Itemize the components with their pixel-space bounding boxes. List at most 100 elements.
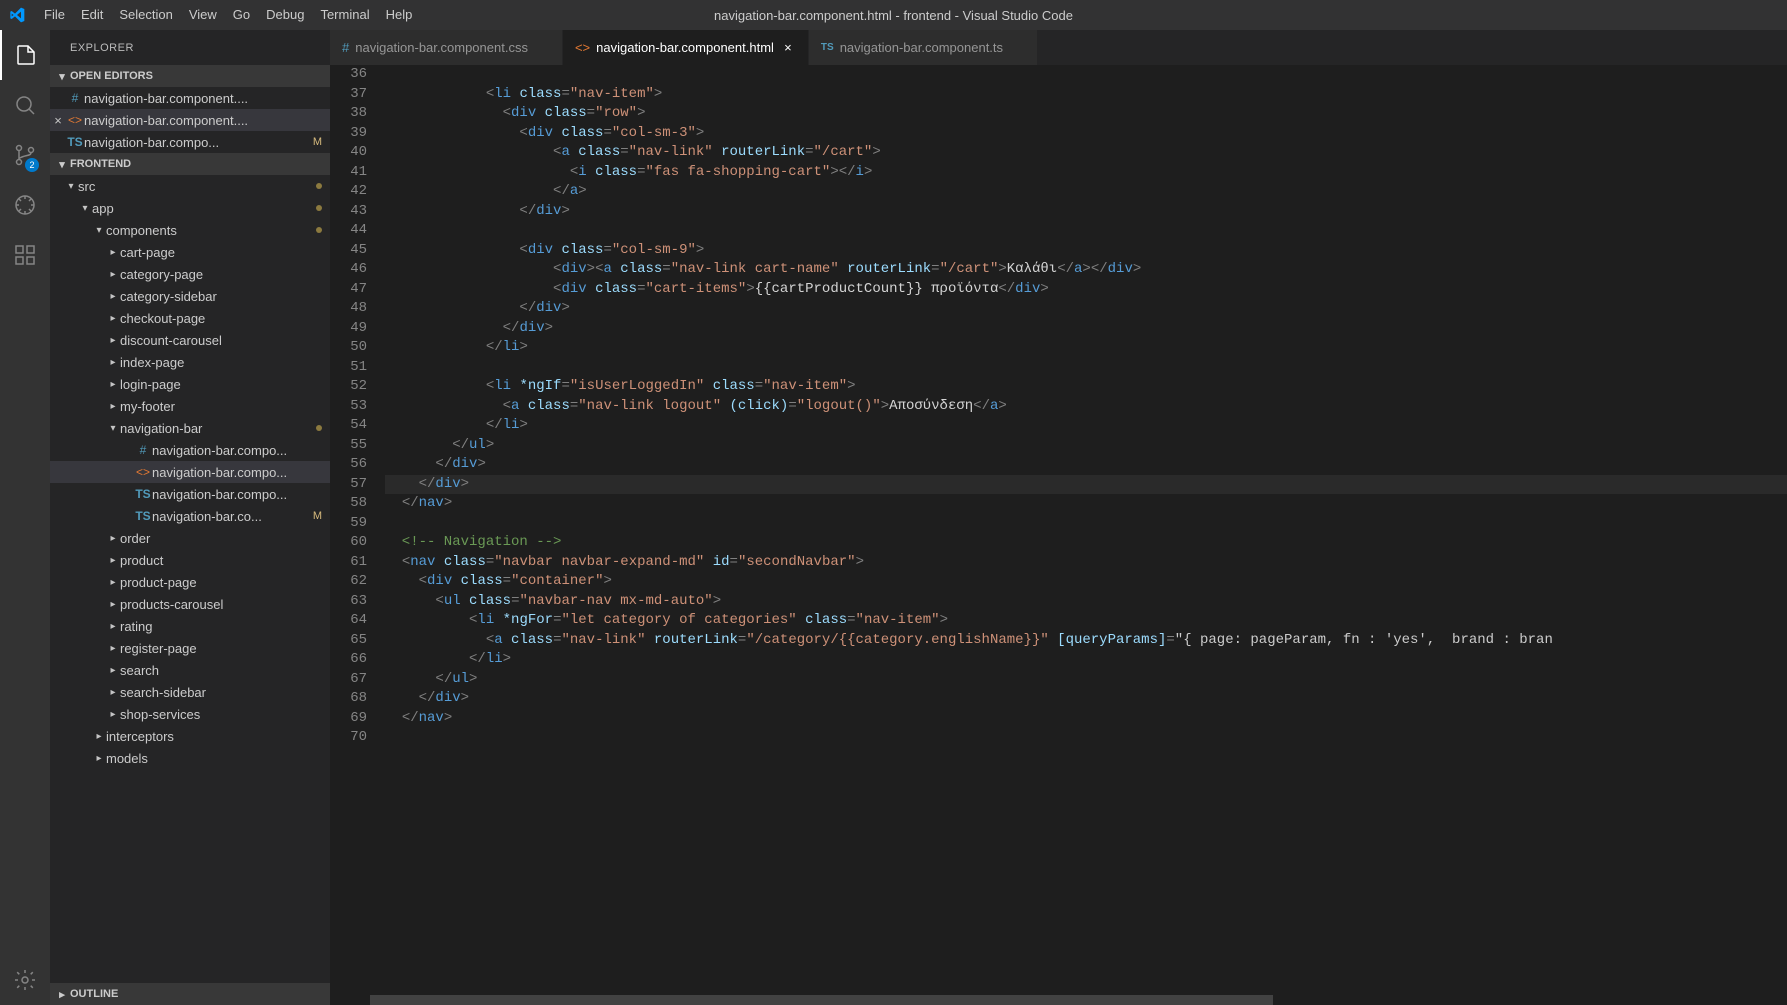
outline-header[interactable]: ▸ OUTLINE [50,983,330,1005]
menu-go[interactable]: Go [225,7,258,22]
activitybar: 2 [0,30,50,1005]
editor-tab[interactable]: <>navigation-bar.component.html× [563,30,809,65]
folder-index-page[interactable]: ▸index-page [50,351,330,373]
folder-product-page[interactable]: ▸product-page [50,571,330,593]
explorer-icon[interactable] [0,30,50,80]
chevron-right-icon: ▸ [106,599,120,610]
file-type-icon: # [66,91,84,105]
debug-icon[interactable] [0,180,50,230]
menu-terminal[interactable]: Terminal [312,7,377,22]
chevron-right-icon: ▸ [54,988,70,1001]
code-content[interactable]: <li class="nav-item"> <div class="row"> … [385,65,1787,995]
chevron-down-icon: ▾ [54,70,70,83]
chevron-right-icon: ▸ [106,687,120,698]
close-icon[interactable]: × [780,40,796,55]
modified-dot [316,205,322,211]
editor-tab[interactable]: TSnavigation-bar.component.ts [809,30,1038,65]
folder-models[interactable]: ▸models [50,747,330,769]
editor-tab[interactable]: #navigation-bar.component.css [330,30,563,65]
file-item[interactable]: #navigation-bar.compo... [50,439,330,461]
folder-register-page[interactable]: ▸register-page [50,637,330,659]
titlebar: FileEditSelectionViewGoDebugTerminalHelp… [0,0,1787,30]
folder-search[interactable]: ▸search [50,659,330,681]
window-title: navigation-bar.component.html - frontend… [714,8,1073,23]
open-editor-item[interactable]: ×<>navigation-bar.component.... [50,109,330,131]
close-icon[interactable]: × [50,113,66,128]
folder-shop-services[interactable]: ▸shop-services [50,703,330,725]
chevron-right-icon: ▸ [106,291,120,302]
open-editor-item[interactable]: ×#navigation-bar.component.... [50,87,330,109]
menu-debug[interactable]: Debug [258,7,312,22]
modified-indicator: M [313,510,322,522]
chevron-down-icon: ▾ [106,423,120,434]
folder-navigation-bar[interactable]: ▾navigation-bar [50,417,330,439]
folder-cart-page[interactable]: ▸cart-page [50,241,330,263]
horizontal-scrollbar[interactable] [330,995,1787,1005]
folder-my-footer[interactable]: ▸my-footer [50,395,330,417]
chevron-right-icon: ▸ [106,247,120,258]
code-editor[interactable]: 3637383940414243444546474849505152535455… [330,65,1787,995]
file-type-icon: <> [66,113,84,127]
scm-badge: 2 [25,158,39,172]
folder-category-sidebar[interactable]: ▸category-sidebar [50,285,330,307]
folder-products-carousel[interactable]: ▸products-carousel [50,593,330,615]
folder-search-sidebar[interactable]: ▸search-sidebar [50,681,330,703]
folder-app[interactable]: ▾app [50,197,330,219]
file-type-icon: TS [134,487,152,501]
folder-components[interactable]: ▾components [50,219,330,241]
modified-dot [316,183,322,189]
file-type-icon: TS [821,42,834,53]
modified-indicator: M [313,136,322,148]
file-tree: ▾src▾app▾components▸cart-page▸category-p… [50,175,330,983]
chevron-right-icon: ▸ [92,753,106,764]
chevron-right-icon: ▸ [106,577,120,588]
chevron-right-icon: ▸ [106,379,120,390]
folder-discount-carousel[interactable]: ▸discount-carousel [50,329,330,351]
search-icon[interactable] [0,80,50,130]
folder-login-page[interactable]: ▸login-page [50,373,330,395]
chevron-down-icon: ▾ [54,158,70,171]
chevron-down-icon: ▾ [92,225,106,236]
open-editors-header[interactable]: ▾ OPEN EDITORS [50,65,330,87]
chevron-right-icon: ▸ [106,621,120,632]
folder-rating[interactable]: ▸rating [50,615,330,637]
folder-order[interactable]: ▸order [50,527,330,549]
chevron-right-icon: ▸ [106,665,120,676]
folder-src[interactable]: ▾src [50,175,330,197]
menu-edit[interactable]: Edit [73,7,111,22]
file-item[interactable]: TSnavigation-bar.co...M [50,505,330,527]
menu-selection[interactable]: Selection [111,7,180,22]
menu-file[interactable]: File [36,7,73,22]
chevron-right-icon: ▸ [106,269,120,280]
folder-product[interactable]: ▸product [50,549,330,571]
menu-help[interactable]: Help [378,7,421,22]
editor-tabs: #navigation-bar.component.css<>navigatio… [330,30,1787,65]
modified-dot [316,227,322,233]
sidebar: EXPLORER ▾ OPEN EDITORS ×#navigation-bar… [50,30,330,1005]
file-type-icon: TS [134,509,152,523]
chevron-down-icon: ▾ [78,203,92,214]
settings-gear-icon[interactable] [0,955,50,1005]
file-item[interactable]: <>navigation-bar.compo... [50,461,330,483]
sidebar-title: EXPLORER [50,30,330,65]
chevron-right-icon: ▸ [106,555,120,566]
folder-category-page[interactable]: ▸category-page [50,263,330,285]
folder-interceptors[interactable]: ▸interceptors [50,725,330,747]
chevron-right-icon: ▸ [106,533,120,544]
chevron-right-icon: ▸ [106,313,120,324]
folder-checkout-page[interactable]: ▸checkout-page [50,307,330,329]
menu-view[interactable]: View [181,7,225,22]
file-type-icon: TS [66,135,84,149]
extensions-icon[interactable] [0,230,50,280]
scrollbar-thumb[interactable] [370,995,1273,1005]
file-item[interactable]: TSnavigation-bar.compo... [50,483,330,505]
editor-area: #navigation-bar.component.css<>navigatio… [330,30,1787,1005]
chevron-right-icon: ▸ [106,643,120,654]
file-type-icon: # [134,443,152,457]
modified-dot [316,425,322,431]
chevron-right-icon: ▸ [106,709,120,720]
open-editor-item[interactable]: ×TSnavigation-bar.compo...M [50,131,330,153]
source-control-icon[interactable]: 2 [0,130,50,180]
chevron-down-icon: ▾ [64,181,78,192]
project-header[interactable]: ▾ FRONTEND [50,153,330,175]
